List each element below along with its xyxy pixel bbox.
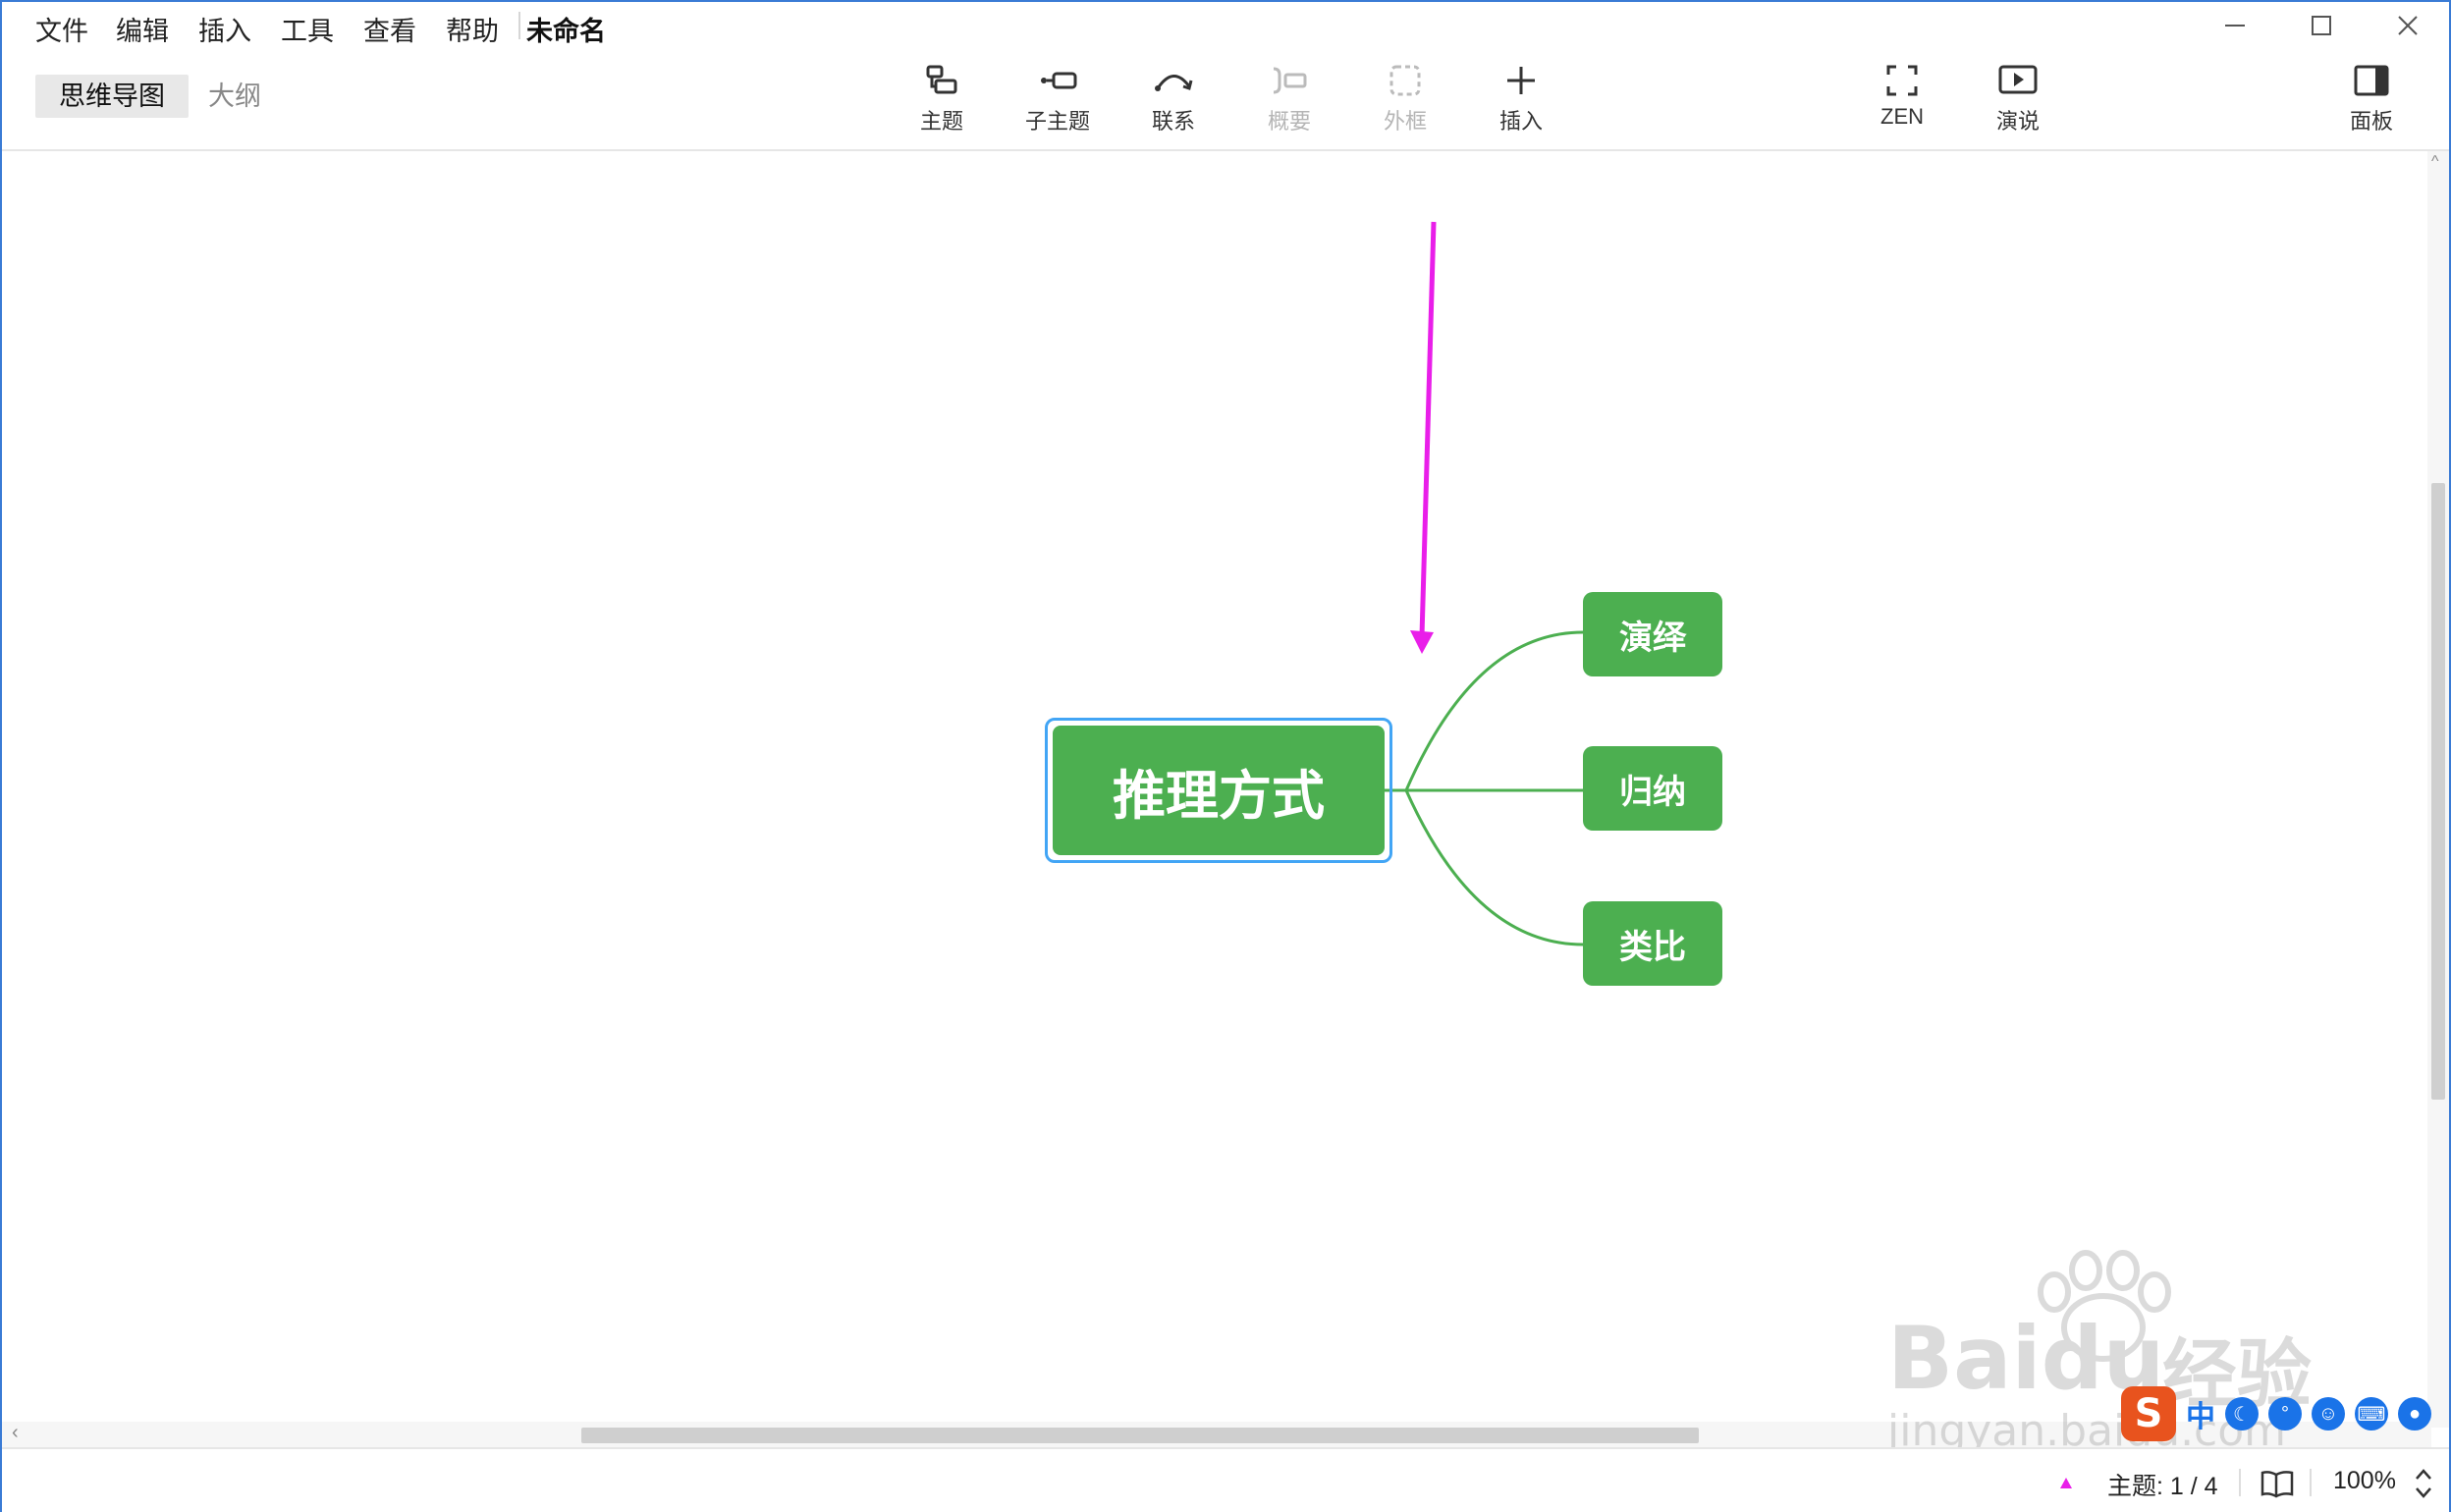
summary-icon: [1273, 67, 1307, 94]
horizontal-scroll-thumb[interactable]: [581, 1428, 1699, 1443]
minimize-icon: [2225, 25, 2245, 27]
scroll-up-icon[interactable]: ^: [2431, 153, 2439, 171]
relationship-button[interactable]: 联系: [1119, 59, 1227, 147]
subtopic-induction[interactable]: 归纳: [1583, 746, 1722, 831]
zoom-stepper-icon[interactable]: [2414, 1467, 2433, 1500]
menu-file[interactable]: 文件: [35, 10, 88, 48]
book-icon[interactable]: [2260, 1469, 2294, 1498]
mindmap-canvas[interactable]: 推理方式 演绎 归纳 类比: [2, 151, 2431, 1428]
relationship-label: 联系: [1151, 109, 1195, 134]
document-title: 未命名: [526, 17, 606, 46]
maximize-button[interactable]: [2292, 6, 2351, 45]
root-topic[interactable]: 推理方式: [1053, 726, 1385, 855]
toolbar: 思维导图 大纲 主题 子主题 联系 概要 外框 插入 ZEN 演说 面板: [2, 49, 2449, 151]
vertical-scroll-thumb[interactable]: [2431, 483, 2445, 1100]
keyboard-icon[interactable]: ⌨: [2355, 1397, 2388, 1431]
branch-line-1: [1404, 630, 1584, 791]
boundary-label: 外框: [1383, 109, 1427, 134]
sogou-logo-icon[interactable]: S: [2121, 1386, 2176, 1441]
status-divider-2: [2310, 1469, 2312, 1496]
subtopic-button[interactable]: 子主题: [1004, 59, 1112, 147]
boundary-button[interactable]: 外框: [1351, 59, 1459, 147]
close-button[interactable]: [2378, 6, 2437, 45]
ime-mode-indicator[interactable]: 中: [2186, 1392, 2215, 1435]
ime-toolbar[interactable]: S 中 ☾ ° ☺ ⌨ ●: [2121, 1386, 2451, 1441]
summary-button[interactable]: 概要: [1235, 59, 1343, 147]
close-icon: [2398, 16, 2418, 35]
scroll-left-icon[interactable]: ‹: [12, 1422, 19, 1444]
zen-button[interactable]: ZEN: [1848, 59, 1956, 147]
menu-divider: [518, 12, 520, 39]
app-window: 文件 编辑 插入 工具 查看 帮助 未命名 思维导图 大纲 主题 子主题 联系 …: [0, 0, 2451, 1512]
relationship-icon: [1155, 75, 1193, 91]
topic-button[interactable]: 主题: [888, 59, 996, 147]
status-divider: [2239, 1469, 2241, 1496]
subtopic-label: 子主题: [1024, 109, 1090, 134]
minimize-button[interactable]: [2206, 6, 2264, 45]
menu-edit[interactable]: 编辑: [116, 10, 169, 48]
moon-icon[interactable]: ☾: [2225, 1397, 2259, 1431]
play-icon: [1998, 65, 2038, 94]
subtopic-analogy[interactable]: 类比: [1583, 901, 1722, 986]
branch-line-3: [1404, 789, 1584, 946]
panel-icon: [2354, 65, 2389, 96]
triangle-up-icon[interactable]: [2058, 1475, 2074, 1490]
panel-button[interactable]: 面板: [2317, 59, 2425, 147]
fullscreen-icon: [1886, 65, 1918, 96]
topic-label: 主题: [919, 109, 963, 134]
topic-count: 主题: 1 / 4: [2107, 1473, 2218, 1500]
topic-icon: [926, 65, 957, 94]
present-label: 演说: [1995, 109, 2040, 134]
summary-label: 概要: [1267, 109, 1311, 134]
present-button[interactable]: 演说: [1964, 59, 2072, 147]
zen-label: ZEN: [1880, 104, 1924, 129]
horizontal-scrollbar[interactable]: ‹: [2, 1422, 2431, 1447]
punctuation-icon[interactable]: °: [2268, 1397, 2302, 1431]
menu-insert[interactable]: 插入: [198, 10, 251, 48]
plus-icon: [1507, 67, 1535, 94]
tab-mindmap[interactable]: 思维导图: [35, 75, 189, 118]
insert-label: 插入: [1498, 109, 1543, 134]
subtopic-deduction[interactable]: 演绎: [1583, 592, 1722, 676]
annotation-arrow: [1419, 221, 1437, 637]
menu-view[interactable]: 查看: [363, 10, 416, 48]
zoom-level[interactable]: 100%: [2333, 1467, 2396, 1495]
tab-outline[interactable]: 大纲: [185, 75, 285, 118]
menu-help[interactable]: 帮助: [446, 10, 499, 48]
menu-bar: 文件 编辑 插入 工具 查看 帮助 未命名: [2, 2, 2449, 49]
vertical-scrollbar[interactable]: ^: [2427, 151, 2449, 1428]
menu-tools[interactable]: 工具: [281, 10, 334, 48]
insert-button[interactable]: 插入: [1467, 59, 1575, 147]
emoji-icon[interactable]: ☺: [2312, 1397, 2345, 1431]
panel-label: 面板: [2349, 109, 2393, 134]
subtopic-icon: [1041, 72, 1077, 89]
annotation-arrowhead: [1410, 630, 1434, 654]
status-bar: 主题: 1 / 4 100%: [2, 1447, 2449, 1512]
boundary-icon: [1389, 65, 1421, 96]
maximize-icon: [2312, 16, 2331, 35]
microphone-icon[interactable]: ●: [2398, 1397, 2431, 1431]
